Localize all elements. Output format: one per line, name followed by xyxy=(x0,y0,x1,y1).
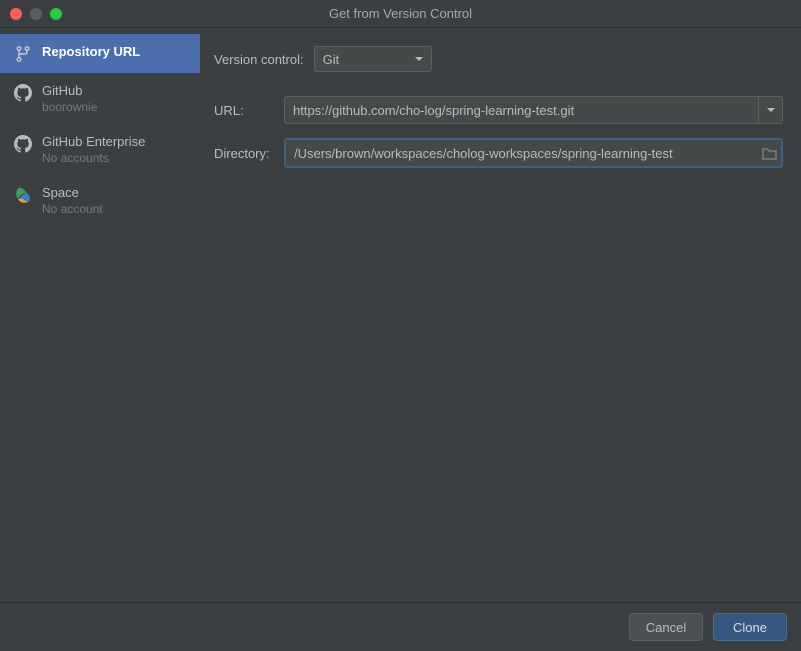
url-history-dropdown[interactable] xyxy=(758,97,782,123)
content-panel: Version control: Git URL: Directory: xyxy=(200,28,801,602)
version-control-label: Version control: xyxy=(214,52,304,67)
branch-icon xyxy=(14,45,32,63)
cancel-button[interactable]: Cancel xyxy=(629,613,703,641)
directory-input-wrapper xyxy=(284,138,783,168)
sidebar-item-label: Repository URL xyxy=(42,44,140,59)
folder-icon xyxy=(762,147,777,160)
directory-label: Directory: xyxy=(214,146,276,161)
sidebar-item-space[interactable]: Space No account xyxy=(0,175,200,226)
sidebar-item-label: GitHub Enterprise xyxy=(42,134,145,149)
browse-folder-button[interactable] xyxy=(757,147,781,160)
directory-input[interactable] xyxy=(286,146,757,161)
sidebar-item-github-enterprise[interactable]: GitHub Enterprise No accounts xyxy=(0,124,200,175)
sidebar-item-sublabel: boorownie xyxy=(42,100,97,114)
window-title: Get from Version Control xyxy=(10,6,791,21)
sidebar-item-sublabel: No accounts xyxy=(42,151,145,165)
footer: Cancel Clone xyxy=(0,602,801,651)
directory-row: Directory: xyxy=(214,138,783,168)
maximize-window-button[interactable] xyxy=(50,8,62,20)
sidebar-item-label: Space xyxy=(42,185,103,200)
minimize-window-button[interactable] xyxy=(30,8,42,20)
space-icon xyxy=(14,186,32,204)
version-control-select[interactable]: Git xyxy=(314,46,432,72)
main: Repository URL GitHub boorownie GitHub E xyxy=(0,28,801,602)
url-input[interactable] xyxy=(285,97,758,123)
sidebar-item-github[interactable]: GitHub boorownie xyxy=(0,73,200,124)
version-control-row: Version control: Git xyxy=(214,46,783,72)
sidebar: Repository URL GitHub boorownie GitHub E xyxy=(0,28,200,602)
sidebar-item-label: GitHub xyxy=(42,83,97,98)
traffic-lights xyxy=(10,8,62,20)
titlebar: Get from Version Control xyxy=(0,0,801,28)
close-window-button[interactable] xyxy=(10,8,22,20)
chevron-down-icon xyxy=(767,108,775,112)
sidebar-item-repository-url[interactable]: Repository URL xyxy=(0,34,200,73)
url-input-wrapper xyxy=(284,96,783,124)
url-row: URL: xyxy=(214,96,783,124)
github-icon xyxy=(14,135,32,153)
version-control-value: Git xyxy=(323,52,340,67)
clone-button[interactable]: Clone xyxy=(713,613,787,641)
chevron-down-icon xyxy=(415,57,423,61)
github-icon xyxy=(14,84,32,102)
sidebar-item-sublabel: No account xyxy=(42,202,103,216)
url-label: URL: xyxy=(214,103,276,118)
